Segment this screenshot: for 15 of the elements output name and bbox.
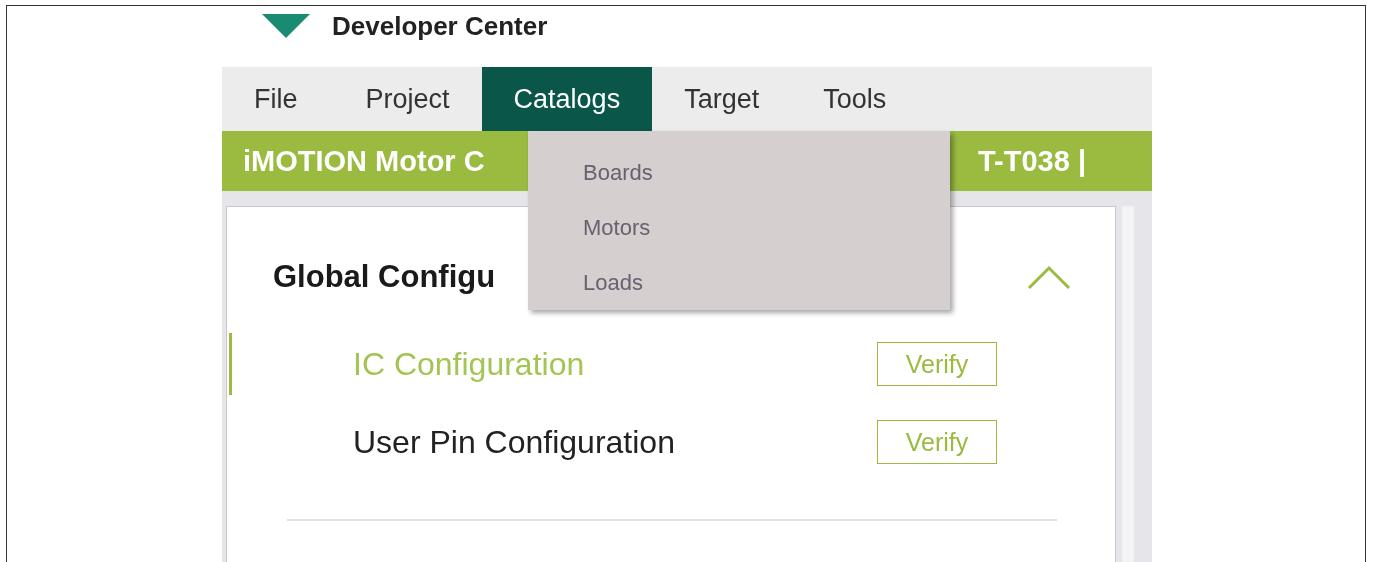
menu-item[interactable]: Tools bbox=[791, 67, 919, 131]
menu-item[interactable]: Target bbox=[652, 67, 792, 131]
menu-item[interactable]: File bbox=[224, 67, 330, 131]
logo-icon bbox=[262, 14, 310, 38]
app-title: Developer Center bbox=[332, 11, 548, 41]
chevron-up-icon[interactable] bbox=[1027, 264, 1071, 290]
menu-item[interactable]: Project bbox=[333, 67, 482, 131]
menu-item[interactable]: Catalogs bbox=[481, 67, 653, 131]
dropdown-item[interactable]: Loads bbox=[528, 255, 950, 310]
config-item[interactable]: User Pin Configuration bbox=[353, 423, 877, 461]
banner-text: T-T038 | bbox=[977, 144, 1086, 178]
dropdown-item[interactable]: Boards bbox=[528, 145, 950, 200]
banner-text: iMOTION Motor C bbox=[243, 144, 485, 178]
dropdown-item[interactable]: Motors bbox=[528, 200, 950, 255]
section-title: Global Configu bbox=[273, 259, 496, 295]
